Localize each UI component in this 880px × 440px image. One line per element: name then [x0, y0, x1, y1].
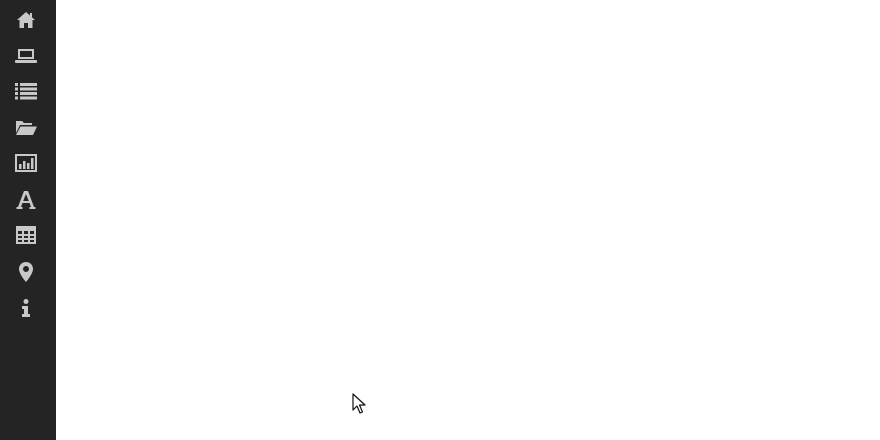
bar-chart-icon — [15, 154, 37, 172]
laptop-icon — [15, 49, 37, 63]
main-content-area[interactable] — [56, 0, 880, 440]
sidebar-item-location[interactable] — [6, 257, 46, 287]
sidebar-item-fonts[interactable] — [6, 185, 46, 215]
sidebar-item-info[interactable] — [6, 293, 46, 323]
app-window — [0, 0, 880, 440]
sidebar-nav — [0, 0, 56, 440]
sidebar-item-home[interactable] — [6, 5, 46, 35]
map-marker-icon — [19, 262, 33, 282]
list-icon — [15, 83, 37, 100]
sidebar-item-devices[interactable] — [6, 41, 46, 71]
folder-open-icon — [16, 121, 37, 135]
sidebar-item-charts[interactable] — [6, 148, 46, 178]
info-icon — [22, 299, 30, 317]
sidebar-item-list[interactable] — [6, 76, 46, 106]
home-icon — [17, 12, 35, 28]
sidebar-item-table[interactable] — [6, 220, 46, 250]
sidebar-item-files[interactable] — [6, 112, 46, 142]
font-icon — [16, 191, 36, 209]
table-icon — [16, 226, 36, 244]
